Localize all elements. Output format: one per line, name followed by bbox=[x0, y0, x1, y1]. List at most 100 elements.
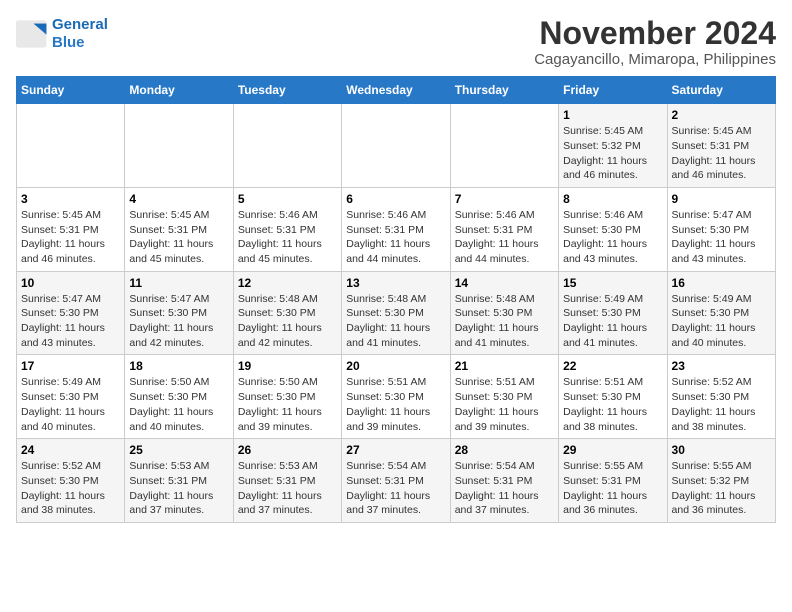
logo-text: General Blue bbox=[52, 16, 108, 52]
day-cell: 28 Sunrise: 5:54 AM Sunset: 5:31 PM Dayli… bbox=[450, 439, 558, 523]
day-number: 21 bbox=[455, 359, 554, 373]
day-cell: 3 Sunrise: 5:45 AM Sunset: 5:31 PM Daylig… bbox=[17, 187, 125, 271]
day-number: 30 bbox=[672, 443, 771, 457]
day-number: 2 bbox=[672, 108, 771, 122]
day-number: 6 bbox=[346, 192, 445, 206]
day-cell: 15 Sunrise: 5:49 AM Sunset: 5:30 PM Dayli… bbox=[559, 271, 667, 355]
day-info: Sunrise: 5:55 AM Sunset: 5:32 PM Dayligh… bbox=[672, 459, 771, 518]
day-number: 22 bbox=[563, 359, 662, 373]
day-cell: 16 Sunrise: 5:49 AM Sunset: 5:30 PM Dayli… bbox=[667, 271, 775, 355]
day-info: Sunrise: 5:49 AM Sunset: 5:30 PM Dayligh… bbox=[672, 292, 771, 351]
day-number: 28 bbox=[455, 443, 554, 457]
day-number: 13 bbox=[346, 276, 445, 290]
day-cell: 26 Sunrise: 5:53 AM Sunset: 5:31 PM Dayli… bbox=[233, 439, 341, 523]
logo-line2: Blue bbox=[52, 34, 85, 51]
header-row: SundayMondayTuesdayWednesdayThursdayFrid… bbox=[17, 77, 776, 104]
day-cell: 5Sunrise: 5:46 AM Sunset: 5:31 PM Daylig… bbox=[233, 187, 341, 271]
day-number: 10 bbox=[21, 276, 120, 290]
logo-line1: General bbox=[52, 16, 108, 33]
col-header-wednesday: Wednesday bbox=[342, 77, 450, 104]
day-cell: 30 Sunrise: 5:55 AM Sunset: 5:32 PM Dayli… bbox=[667, 439, 775, 523]
day-number: 23 bbox=[672, 359, 771, 373]
day-info: Sunrise: 5:48 AM Sunset: 5:30 PM Dayligh… bbox=[455, 292, 554, 351]
day-info: Sunrise: 5:53 AM Sunset: 5:31 PM Dayligh… bbox=[129, 459, 228, 518]
day-number: 25 bbox=[129, 443, 228, 457]
day-cell: 27 Sunrise: 5:54 AM Sunset: 5:31 PM Dayli… bbox=[342, 439, 450, 523]
day-cell: 14 Sunrise: 5:48 AM Sunset: 5:30 PM Dayli… bbox=[450, 271, 558, 355]
day-cell bbox=[17, 104, 125, 188]
day-cell: 2Sunrise: 5:45 AM Sunset: 5:31 PM Daylig… bbox=[667, 104, 775, 188]
day-cell: 7 Sunrise: 5:46 AM Sunset: 5:31 PM Daylig… bbox=[450, 187, 558, 271]
day-number: 26 bbox=[238, 443, 337, 457]
day-info: Sunrise: 5:50 AM Sunset: 5:30 PM Dayligh… bbox=[129, 375, 228, 434]
week-row-2: 3 Sunrise: 5:45 AM Sunset: 5:31 PM Daylig… bbox=[17, 187, 776, 271]
week-row-3: 10 Sunrise: 5:47 AM Sunset: 5:30 PM Dayli… bbox=[17, 271, 776, 355]
day-number: 27 bbox=[346, 443, 445, 457]
day-cell: 29Sunrise: 5:55 AM Sunset: 5:31 PM Dayli… bbox=[559, 439, 667, 523]
day-cell: 11 Sunrise: 5:47 AM Sunset: 5:30 PM Dayli… bbox=[125, 271, 233, 355]
day-number: 1 bbox=[563, 108, 662, 122]
day-number: 18 bbox=[129, 359, 228, 373]
calendar-header: SundayMondayTuesdayWednesdayThursdayFrid… bbox=[17, 77, 776, 104]
day-info: Sunrise: 5:52 AM Sunset: 5:30 PM Dayligh… bbox=[21, 459, 120, 518]
calendar-table: SundayMondayTuesdayWednesdayThursdayFrid… bbox=[16, 76, 776, 523]
col-header-thursday: Thursday bbox=[450, 77, 558, 104]
title-block: November 2024 Cagayancillo, Mimaropa, Ph… bbox=[534, 16, 776, 68]
day-number: 15 bbox=[563, 276, 662, 290]
day-cell: 17Sunrise: 5:49 AM Sunset: 5:30 PM Dayli… bbox=[17, 355, 125, 439]
day-cell: 12Sunrise: 5:48 AM Sunset: 5:30 PM Dayli… bbox=[233, 271, 341, 355]
day-cell: 21 Sunrise: 5:51 AM Sunset: 5:30 PM Dayli… bbox=[450, 355, 558, 439]
day-info: Sunrise: 5:51 AM Sunset: 5:30 PM Dayligh… bbox=[563, 375, 662, 434]
day-cell: 24 Sunrise: 5:52 AM Sunset: 5:30 PM Dayli… bbox=[17, 439, 125, 523]
day-number: 14 bbox=[455, 276, 554, 290]
col-header-saturday: Saturday bbox=[667, 77, 775, 104]
day-cell: 9 Sunrise: 5:47 AM Sunset: 5:30 PM Daylig… bbox=[667, 187, 775, 271]
day-info: Sunrise: 5:49 AM Sunset: 5:30 PM Dayligh… bbox=[563, 292, 662, 351]
day-info: Sunrise: 5:54 AM Sunset: 5:31 PM Dayligh… bbox=[455, 459, 554, 518]
day-number: 16 bbox=[672, 276, 771, 290]
day-info: Sunrise: 5:47 AM Sunset: 5:30 PM Dayligh… bbox=[129, 292, 228, 351]
day-cell: 8Sunrise: 5:46 AM Sunset: 5:30 PM Daylig… bbox=[559, 187, 667, 271]
day-info: Sunrise: 5:46 AM Sunset: 5:31 PM Dayligh… bbox=[455, 208, 554, 267]
day-number: 11 bbox=[129, 276, 228, 290]
day-cell: 18 Sunrise: 5:50 AM Sunset: 5:30 PM Dayli… bbox=[125, 355, 233, 439]
day-cell bbox=[450, 104, 558, 188]
day-number: 5 bbox=[238, 192, 337, 206]
day-info: Sunrise: 5:46 AM Sunset: 5:30 PM Dayligh… bbox=[563, 208, 662, 267]
day-info: Sunrise: 5:45 AM Sunset: 5:31 PM Dayligh… bbox=[21, 208, 120, 267]
day-cell: 19Sunrise: 5:50 AM Sunset: 5:30 PM Dayli… bbox=[233, 355, 341, 439]
day-info: Sunrise: 5:48 AM Sunset: 5:30 PM Dayligh… bbox=[238, 292, 337, 351]
day-number: 9 bbox=[672, 192, 771, 206]
week-row-5: 24 Sunrise: 5:52 AM Sunset: 5:30 PM Dayli… bbox=[17, 439, 776, 523]
col-header-sunday: Sunday bbox=[17, 77, 125, 104]
day-cell: 13Sunrise: 5:48 AM Sunset: 5:30 PM Dayli… bbox=[342, 271, 450, 355]
page-header: General Blue November 2024 Cagayancillo,… bbox=[16, 16, 776, 68]
day-cell bbox=[342, 104, 450, 188]
col-header-friday: Friday bbox=[559, 77, 667, 104]
day-number: 20 bbox=[346, 359, 445, 373]
week-row-4: 17Sunrise: 5:49 AM Sunset: 5:30 PM Dayli… bbox=[17, 355, 776, 439]
day-cell: 23Sunrise: 5:52 AM Sunset: 5:30 PM Dayli… bbox=[667, 355, 775, 439]
day-info: Sunrise: 5:50 AM Sunset: 5:30 PM Dayligh… bbox=[238, 375, 337, 434]
day-info: Sunrise: 5:51 AM Sunset: 5:30 PM Dayligh… bbox=[455, 375, 554, 434]
col-header-tuesday: Tuesday bbox=[233, 77, 341, 104]
day-number: 3 bbox=[21, 192, 120, 206]
location: Cagayancillo, Mimaropa, Philippines bbox=[534, 51, 776, 68]
day-number: 4 bbox=[129, 192, 228, 206]
calendar-body: 1 Sunrise: 5:45 AM Sunset: 5:32 PM Daylig… bbox=[17, 104, 776, 523]
day-number: 17 bbox=[21, 359, 120, 373]
day-cell bbox=[233, 104, 341, 188]
day-number: 24 bbox=[21, 443, 120, 457]
day-info: Sunrise: 5:54 AM Sunset: 5:31 PM Dayligh… bbox=[346, 459, 445, 518]
day-cell: 25 Sunrise: 5:53 AM Sunset: 5:31 PM Dayli… bbox=[125, 439, 233, 523]
day-info: Sunrise: 5:45 AM Sunset: 5:32 PM Dayligh… bbox=[563, 124, 662, 183]
day-info: Sunrise: 5:51 AM Sunset: 5:30 PM Dayligh… bbox=[346, 375, 445, 434]
day-info: Sunrise: 5:47 AM Sunset: 5:30 PM Dayligh… bbox=[672, 208, 771, 267]
day-number: 7 bbox=[455, 192, 554, 206]
day-info: Sunrise: 5:55 AM Sunset: 5:31 PM Dayligh… bbox=[563, 459, 662, 518]
day-info: Sunrise: 5:53 AM Sunset: 5:31 PM Dayligh… bbox=[238, 459, 337, 518]
day-cell: 1 Sunrise: 5:45 AM Sunset: 5:32 PM Daylig… bbox=[559, 104, 667, 188]
logo: General Blue bbox=[16, 16, 108, 52]
day-cell: 6 Sunrise: 5:46 AM Sunset: 5:31 PM Daylig… bbox=[342, 187, 450, 271]
day-info: Sunrise: 5:46 AM Sunset: 5:31 PM Dayligh… bbox=[346, 208, 445, 267]
